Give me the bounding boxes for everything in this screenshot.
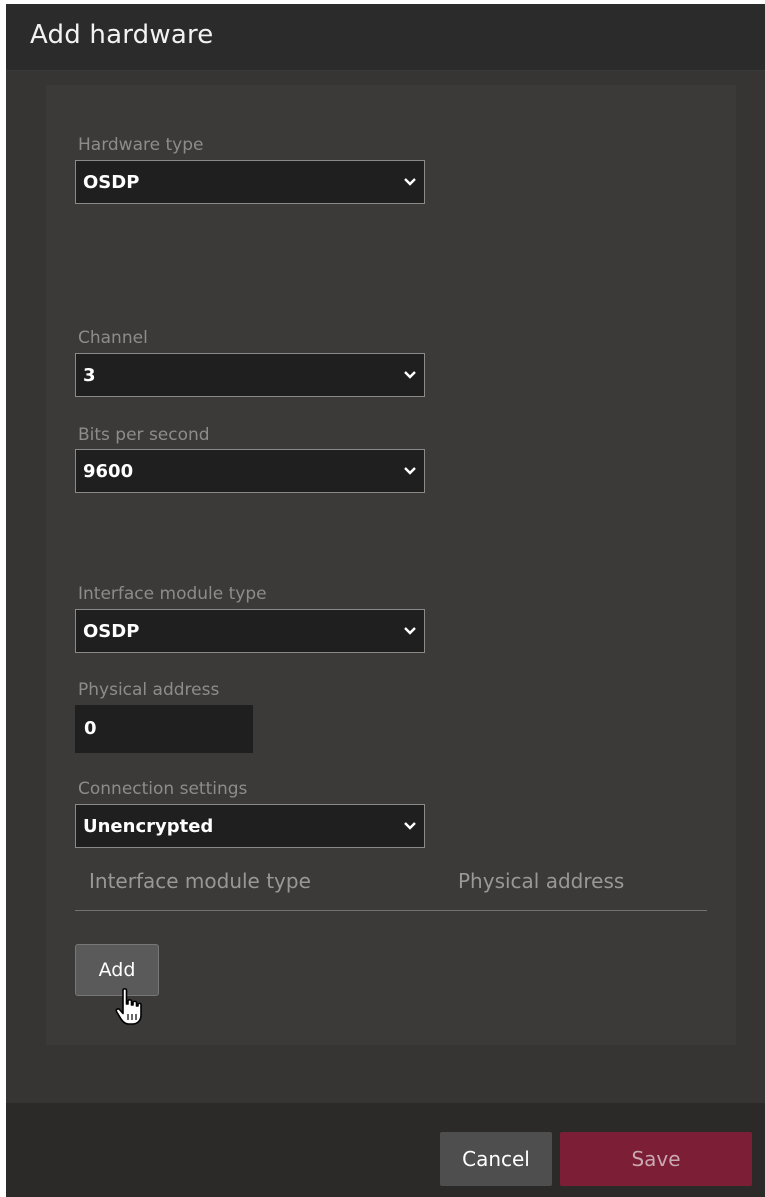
connection-settings-label: Connection settings	[78, 779, 248, 799]
hand-pointer-icon	[115, 988, 142, 1025]
bits-per-second-value: 9600	[83, 461, 134, 482]
interface-module-type-value: OSDP	[83, 621, 140, 642]
table-divider	[75, 910, 707, 911]
add-hardware-dialog: Add hardware Hardware type OSDP Channel …	[6, 4, 765, 1197]
connection-settings-select[interactable]: Unencrypted	[75, 804, 425, 848]
chevron-down-icon	[404, 822, 416, 830]
hardware-type-select[interactable]: OSDP	[75, 160, 425, 204]
form-panel: Hardware type OSDP Channel 3 Bits per se…	[46, 85, 736, 1045]
channel-select[interactable]: 3	[75, 353, 425, 397]
dialog-body: Hardware type OSDP Channel 3 Bits per se…	[6, 71, 765, 1103]
hardware-type-label: Hardware type	[78, 135, 204, 155]
bits-per-second-label: Bits per second	[78, 425, 210, 445]
channel-value: 3	[83, 365, 96, 386]
interface-module-type-label: Interface module type	[78, 584, 267, 604]
hardware-type-value: OSDP	[83, 172, 140, 193]
column-header-physical-address: Physical address	[458, 869, 625, 893]
chevron-down-icon	[404, 467, 416, 475]
physical-address-label: Physical address	[78, 680, 220, 700]
dialog-footer: Cancel Save	[6, 1103, 765, 1197]
column-header-interface-module-type: Interface module type	[89, 869, 311, 893]
chevron-down-icon	[404, 627, 416, 635]
dialog-header: Add hardware	[6, 4, 765, 71]
cancel-button[interactable]: Cancel	[440, 1132, 552, 1186]
channel-label: Channel	[78, 328, 148, 348]
interface-module-type-select[interactable]: OSDP	[75, 609, 425, 653]
chevron-down-icon	[404, 178, 416, 186]
save-button[interactable]: Save	[560, 1132, 752, 1186]
connection-settings-value: Unencrypted	[83, 816, 214, 837]
dialog-title: Add hardware	[30, 20, 214, 50]
physical-address-value: 0	[84, 718, 97, 739]
chevron-down-icon	[404, 371, 416, 379]
bits-per-second-select[interactable]: 9600	[75, 449, 425, 493]
physical-address-input[interactable]: 0	[75, 705, 253, 753]
